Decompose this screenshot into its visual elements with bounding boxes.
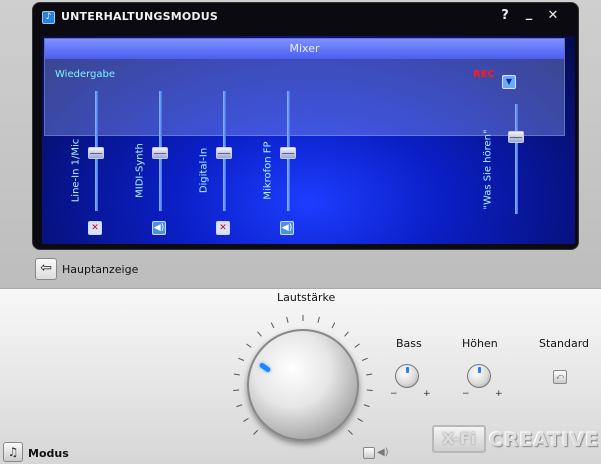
speaker-toggle[interactable]: ◀) <box>152 221 166 235</box>
rec-source-dropdown[interactable]: ▼ <box>502 75 516 89</box>
window-title: UNTERHALTUNGSMODUS <box>61 10 219 23</box>
mixer-panel: Mixer Wiedergabe REC ▼ Line-In 1/Mic ✕ M… <box>42 36 575 244</box>
bass-knob[interactable] <box>395 364 419 388</box>
mode-icon[interactable]: ♫ <box>3 442 23 462</box>
channel-label: "Was Sie hören" <box>482 129 494 210</box>
record-slider-thumb[interactable] <box>508 131 524 144</box>
volume-slider-thumb[interactable] <box>88 147 104 160</box>
speaker-icon: ◀) <box>377 447 389 458</box>
rec-label: REC <box>473 69 495 80</box>
help-button[interactable]: ? <box>496 8 514 23</box>
close-button[interactable]: ✕ <box>544 8 562 23</box>
channel-mikrofon-fp: Mikrofon FP ◀) <box>263 91 307 241</box>
channel-label: Mikrofon FP <box>262 141 274 200</box>
mixer-window: ♪ UNTERHALTUNGSMODUS ? _ ✕ Mixer Wiederg… <box>32 2 579 250</box>
minimize-button[interactable]: _ <box>520 6 538 21</box>
volume-tick <box>347 429 353 435</box>
treble-label: Höhen <box>462 337 498 350</box>
creative-logo: CREATIVE <box>489 429 600 451</box>
mixer-header: Mixer <box>45 39 564 59</box>
volume-knob[interactable] <box>247 329 359 441</box>
volume-tick <box>361 357 368 361</box>
channel-line-in: Line-In 1/Mic ✕ <box>71 91 115 241</box>
back-label[interactable]: Hauptanzeige <box>62 263 138 276</box>
volume-tick <box>253 429 259 435</box>
volume-tick <box>236 404 243 408</box>
title-bar: ♪ UNTERHALTUNGSMODUS ? _ ✕ <box>33 3 578 33</box>
channel-label: Line-In 1/Mic <box>70 138 82 203</box>
volume-slider-thumb[interactable] <box>280 147 296 160</box>
reset-standard-button[interactable]: ⤺ <box>553 370 567 384</box>
bass-minus: − <box>390 389 398 399</box>
volume-tick <box>366 373 373 376</box>
playback-label: Wiedergabe <box>55 69 116 80</box>
mute-toggle[interactable]: ✕ <box>216 221 230 235</box>
volume-slider-thumb[interactable] <box>216 147 232 160</box>
channel-label: Digital-In <box>198 147 210 194</box>
volume-slider-thumb[interactable] <box>152 147 168 160</box>
mode-label[interactable]: Modus <box>28 447 69 460</box>
xfi-logo: X-Fi <box>432 425 486 453</box>
volume-tick <box>363 404 370 408</box>
channel-label: MIDI-Synth <box>134 143 146 198</box>
treble-plus: + <box>495 389 503 399</box>
channel-what-u-hear: "Was Sie hören" <box>483 104 535 249</box>
slider-track <box>515 104 518 214</box>
volume-indicator <box>258 362 272 373</box>
treble-minus: − <box>462 389 470 399</box>
channel-digital-in: Digital-In ✕ <box>199 91 243 241</box>
volume-tick <box>344 331 349 337</box>
back-arrow-icon[interactable]: ⇦ <box>35 258 57 280</box>
bass-label: Bass <box>396 337 422 350</box>
volume-dial[interactable] <box>233 305 373 445</box>
volume-tick <box>270 322 275 329</box>
volume-tick <box>257 331 262 337</box>
volume-tick <box>354 343 360 348</box>
standard-label: Standard <box>539 337 590 350</box>
volume-tick <box>357 418 363 423</box>
channel-midi-synth: MIDI-Synth ◀) <box>135 91 179 241</box>
volume-tick <box>238 357 245 361</box>
master-mute-checkbox[interactable] <box>363 447 375 459</box>
bass-plus: + <box>423 389 431 399</box>
app-icon: ♪ <box>42 11 55 24</box>
volume-tick <box>246 343 252 348</box>
volume-tick <box>243 418 249 423</box>
mute-toggle[interactable]: ✕ <box>88 221 102 235</box>
volume-tick <box>331 322 336 329</box>
volume-tick <box>317 316 320 323</box>
top-frame: ♪ UNTERHALTUNGSMODUS ? _ ✕ Mixer Wiederg… <box>0 0 601 290</box>
volume-label: Lautstärke <box>277 291 336 304</box>
volume-tick <box>286 316 289 323</box>
treble-knob[interactable] <box>467 364 491 388</box>
volume-tick <box>233 373 240 376</box>
lower-panel: Lautstärke Bass − + Höhen − + Standard ⤺… <box>0 288 601 464</box>
speaker-toggle[interactable]: ◀) <box>280 221 294 235</box>
